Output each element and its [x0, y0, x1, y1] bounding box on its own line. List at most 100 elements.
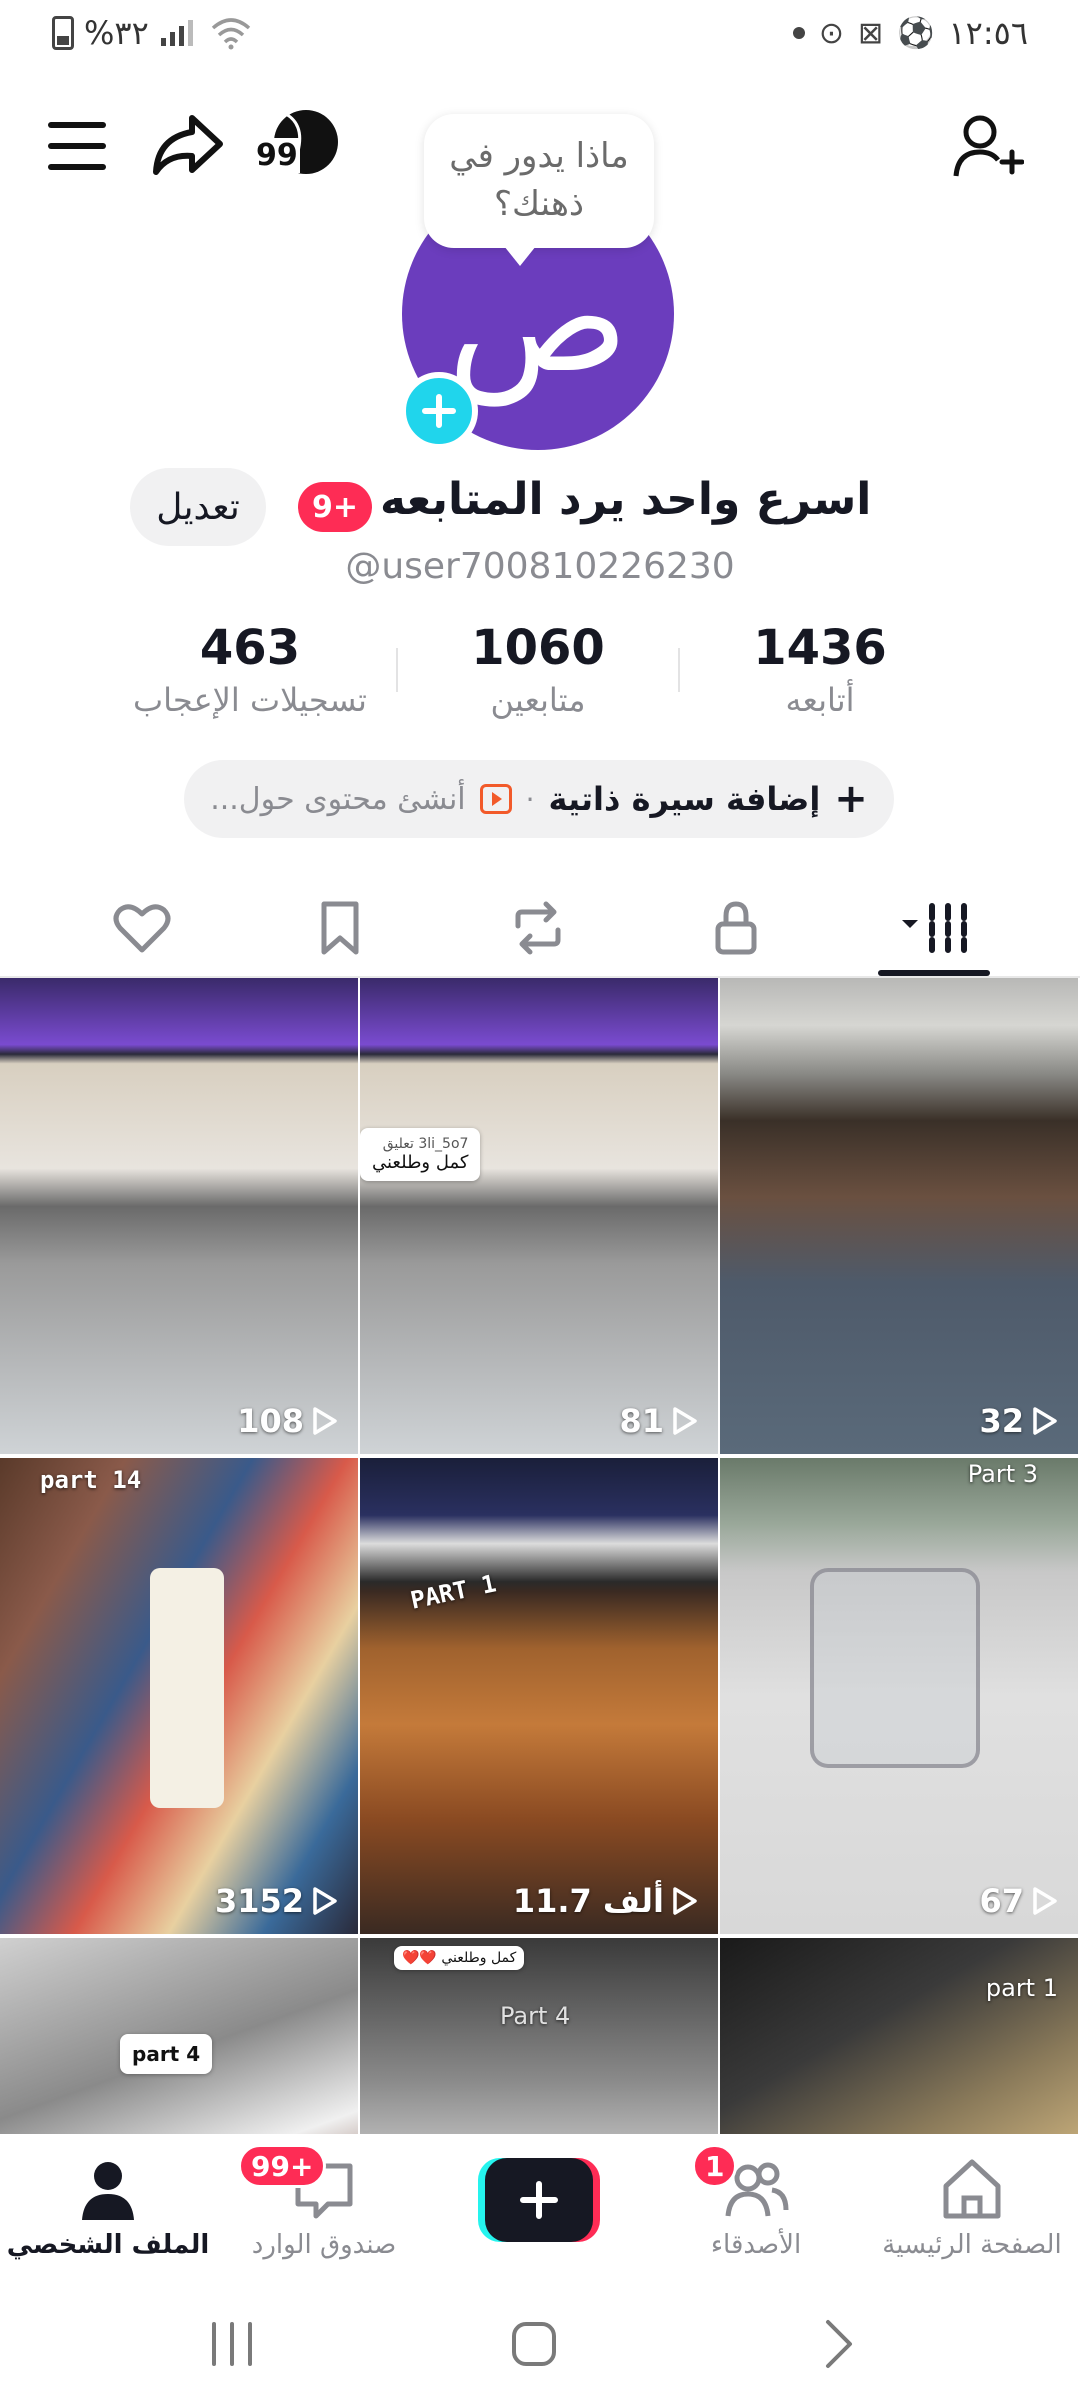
nav-home-label: الصفحة الرئيسية — [882, 2230, 1062, 2260]
following-count: 1436 — [753, 620, 887, 676]
video-thumbnail[interactable]: part 14 3152 — [0, 1458, 358, 1934]
username: @user700810226230 — [345, 546, 735, 587]
play-icon — [1033, 1407, 1057, 1435]
plus-icon — [520, 2181, 558, 2219]
play-icon — [313, 1887, 337, 1915]
comment-text: كمل وطلعني ❤️❤️ — [402, 1950, 517, 1966]
content-tabs — [0, 880, 1080, 978]
app-x-icon: ⊠ — [857, 15, 884, 51]
following-stat[interactable]: 1436 أتابعه — [690, 618, 950, 722]
wifi-icon — [211, 18, 250, 50]
play-icon — [673, 1407, 697, 1435]
comment-text: كمل وطلعني — [372, 1152, 469, 1173]
part-label: part 1 — [985, 1974, 1058, 2002]
video-grid: 108 3li_5o7 تعليق كمل وطلعني 81 32 part … — [0, 978, 1080, 2134]
nav-inbox[interactable]: صندوق الوارد 99+ — [216, 2144, 432, 2260]
part-label: Part 3 — [967, 1460, 1038, 1488]
view-count: 108 — [237, 1402, 338, 1440]
play-icon — [673, 1887, 697, 1915]
create-button[interactable] — [478, 2158, 600, 2242]
glass-container-shape — [810, 1568, 980, 1768]
video-thumbnail[interactable]: Part 3 67 — [720, 1458, 1078, 1934]
tab-private[interactable] — [696, 888, 776, 968]
bottom-nav: الملف الشخصي صندوق الوارد 99+ الأصدقاء 1 — [0, 2134, 1080, 2274]
followers-stat[interactable]: 1060 متابعين — [408, 618, 668, 722]
note-bubble[interactable]: ماذا يدور في ذهنك؟ — [424, 114, 654, 266]
video-thumbnail[interactable]: 108 — [0, 978, 358, 1454]
nav-profile[interactable]: الملف الشخصي — [0, 2154, 216, 2260]
back-icon[interactable] — [808, 2314, 868, 2374]
comment-user: 3li_5o7 تعليق — [382, 1136, 469, 1152]
notification-badge[interactable]: 9+ — [298, 482, 373, 532]
name-row: تعديل 9+ اسرع واحد يرد المتابعه — [0, 466, 1080, 550]
tab-favorites[interactable] — [300, 888, 380, 968]
view-count: 32 — [979, 1402, 1058, 1440]
followers-label: متابعين — [490, 681, 586, 719]
signal-icon — [160, 20, 193, 46]
create-content-label: أنشئ محتوى حول... — [210, 781, 466, 817]
play-icon — [1033, 1887, 1057, 1915]
view-count-value: 108 — [237, 1402, 304, 1440]
status-left: %٣٢ — [52, 14, 253, 52]
play-icon — [313, 1407, 337, 1435]
friends-badge: 1 — [692, 2144, 738, 2188]
add-bio-label: إضافة سيرة ذاتية — [548, 780, 821, 818]
nav-friends-label: الأصدقاء — [710, 2230, 802, 2260]
view-count-value: 81 — [619, 1402, 664, 1440]
football-icon: ⚽ — [897, 15, 935, 51]
status-bar: %٣٢ ⊙ ⊠ ⚽ ١٢:٥٦ — [0, 0, 1080, 70]
recent-apps-icon[interactable] — [202, 2314, 262, 2374]
add-story-button[interactable] — [400, 372, 478, 450]
home-icon — [943, 2159, 1001, 2219]
view-count: 3152 — [215, 1882, 338, 1920]
part-sticker: part 4 — [120, 2034, 213, 2074]
battery-level: %٣٢ — [84, 14, 149, 52]
repost-icon — [515, 901, 561, 955]
view-count-value: 11.7 ألف — [512, 1882, 664, 1920]
nav-home[interactable]: الصفحة الرئيسية — [864, 2154, 1080, 2260]
points-value: 99 — [254, 138, 300, 173]
tab-videos[interactable] — [890, 888, 986, 968]
bookmark-icon — [321, 901, 359, 955]
view-count-value: 32 — [979, 1402, 1024, 1440]
share-icon[interactable] — [150, 112, 224, 178]
plus-icon — [422, 394, 456, 428]
video-thumbnail[interactable]: 32 — [720, 978, 1078, 1454]
video-thumbnail[interactable]: 3li_5o7 تعليق كمل وطلعني 81 — [360, 978, 718, 1454]
notification-dot-icon — [792, 27, 805, 39]
tab-liked[interactable] — [102, 888, 182, 968]
video-thumbnail[interactable]: PART 1 11.7 ألف — [360, 1458, 718, 1934]
menu-icon[interactable] — [48, 122, 106, 170]
add-friend-icon[interactable] — [952, 110, 1024, 182]
view-count-value: 3152 — [214, 1882, 304, 1920]
inbox-badge: 99+ — [238, 2144, 327, 2188]
stat-divider — [678, 648, 680, 692]
video-thumbnail[interactable]: part 4 — [0, 1938, 358, 2134]
view-count-value: 67 — [979, 1882, 1024, 1920]
display-name: اسرع واحد يرد المتابعه — [380, 474, 872, 525]
bio-plus-icon: + — [834, 776, 868, 822]
heart-icon — [113, 904, 171, 953]
points-badge[interactable]: 99 — [252, 108, 340, 180]
video-thumbnail[interactable]: part 1 — [720, 1938, 1078, 2134]
stats-row: 463 تسجيلات الإعجاب 1060 متابعين 1436 أت… — [0, 618, 1080, 728]
tab-reposts[interactable] — [498, 888, 578, 968]
video-play-icon — [479, 784, 512, 814]
grid-icon — [902, 903, 967, 953]
status-right: ⊙ ⊠ ⚽ ١٢:٥٦ — [792, 14, 1028, 52]
part-label: part 14 — [40, 1466, 142, 1494]
edit-profile-button[interactable]: تعديل — [130, 468, 266, 546]
capcut-icon: ⊙ — [818, 15, 844, 51]
home-button-icon[interactable] — [504, 2314, 564, 2374]
video-thumbnail[interactable]: كمل وطلعني ❤️❤️ Part 4 — [360, 1938, 718, 2134]
comment-sticker: كمل وطلعني ❤️❤️ — [394, 1946, 525, 1970]
view-count: 81 — [619, 1402, 698, 1440]
status-time: ١٢:٥٦ — [948, 14, 1028, 52]
add-bio-button[interactable]: + إضافة سيرة ذاتية · أنشئ محتوى حول... — [184, 760, 894, 838]
part-label: part 4 — [132, 2042, 201, 2066]
lock-icon — [715, 901, 757, 955]
profile-icon — [82, 2162, 134, 2220]
likes-stat[interactable]: 463 تسجيلات الإعجاب — [120, 618, 380, 722]
nav-friends[interactable]: الأصدقاء 1 — [648, 2144, 864, 2260]
likes-label: تسجيلات الإعجاب — [133, 681, 367, 719]
